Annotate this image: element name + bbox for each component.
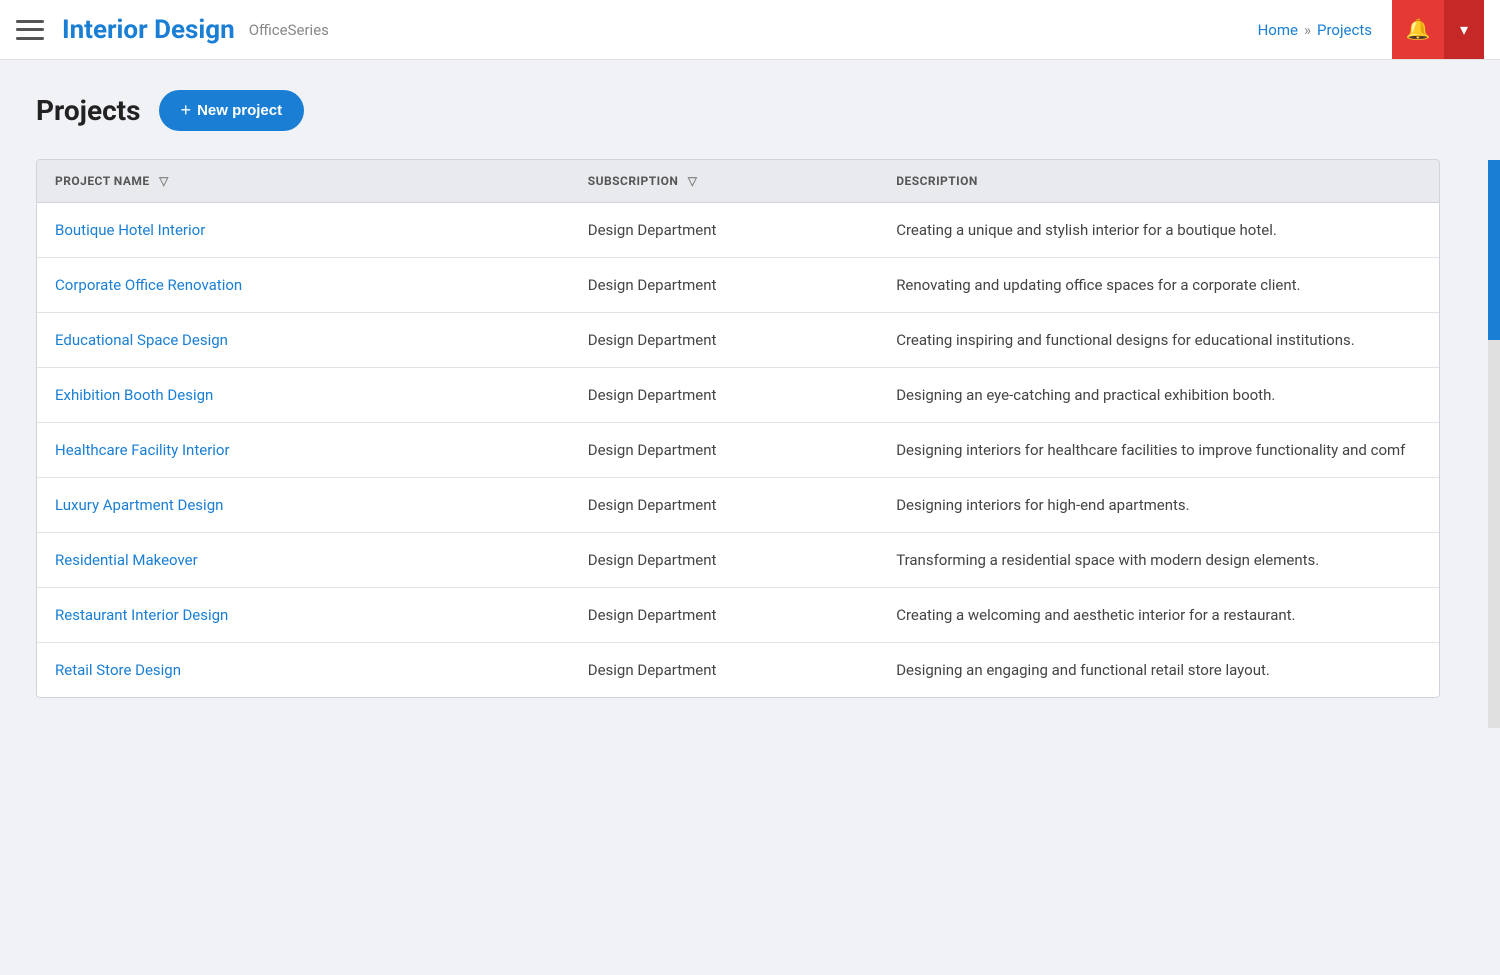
col-header-description: DESCRIPTION bbox=[878, 160, 1439, 203]
subscription-cell: Design Department bbox=[570, 258, 878, 313]
new-project-label: New project bbox=[197, 102, 282, 119]
project-name-filter-icon[interactable]: ▽ bbox=[159, 174, 169, 188]
project-name-cell: Residential Makeover bbox=[37, 533, 570, 588]
project-name-link[interactable]: Exhibition Booth Design bbox=[55, 386, 213, 404]
table-header: PROJECT NAME ▽ SUBSCRIPTION ▽ DESCRIPTIO… bbox=[37, 160, 1439, 203]
app-header: Interior Design OfficeSeries Home » Proj… bbox=[0, 0, 1500, 60]
subscription-cell: Design Department bbox=[570, 313, 878, 368]
description-cell: Creating a welcoming and aesthetic inter… bbox=[878, 588, 1439, 643]
project-name-link[interactable]: Luxury Apartment Design bbox=[55, 496, 223, 514]
projects-table: PROJECT NAME ▽ SUBSCRIPTION ▽ DESCRIPTIO… bbox=[37, 160, 1439, 697]
table-row: Residential Makeover Design DepartmentTra… bbox=[37, 533, 1439, 588]
col-header-subscription-label: SUBSCRIPTION bbox=[588, 174, 679, 188]
subscription-filter-icon[interactable]: ▽ bbox=[688, 174, 698, 188]
project-name-link[interactable]: Corporate Office Renovation bbox=[55, 276, 242, 294]
breadcrumb-home[interactable]: Home bbox=[1258, 21, 1298, 39]
table-row: Retail Store Design Design DepartmentDesi… bbox=[37, 643, 1439, 698]
page-title-row: Projects + New project bbox=[36, 90, 1464, 131]
table-row: Corporate Office Renovation Design Depart… bbox=[37, 258, 1439, 313]
bell-icon: 🔔 bbox=[1406, 17, 1431, 42]
table-row: Exhibition Booth Design Design Department… bbox=[37, 368, 1439, 423]
project-name-link[interactable]: Restaurant Interior Design bbox=[55, 606, 228, 624]
table-row: Educational Space Design Design Departmen… bbox=[37, 313, 1439, 368]
description-cell: Renovating and updating office spaces fo… bbox=[878, 258, 1439, 313]
project-name-link[interactable]: Residential Makeover bbox=[55, 551, 198, 569]
subscription-cell: Design Department bbox=[570, 643, 878, 698]
menu-icon[interactable] bbox=[16, 20, 44, 40]
subscription-cell: Design Department bbox=[570, 478, 878, 533]
col-header-subscription: SUBSCRIPTION ▽ bbox=[570, 160, 878, 203]
header-actions: 🔔 ▾ bbox=[1392, 0, 1484, 59]
project-name-cell: Luxury Apartment Design bbox=[37, 478, 570, 533]
scrollbar-thumb[interactable] bbox=[1488, 160, 1500, 340]
project-name-cell: Retail Store Design bbox=[37, 643, 570, 698]
scrollbar-track bbox=[1488, 160, 1500, 728]
project-name-link[interactable]: Boutique Hotel Interior bbox=[55, 221, 205, 239]
col-header-project-name: PROJECT NAME ▽ bbox=[37, 160, 570, 203]
table-row: Restaurant Interior Design Design Departm… bbox=[37, 588, 1439, 643]
table-row: Healthcare Facility Interior Design Depar… bbox=[37, 423, 1439, 478]
project-name-link[interactable]: Educational Space Design bbox=[55, 331, 228, 349]
chevron-down-icon: ▾ bbox=[1460, 20, 1468, 40]
project-name-cell: Healthcare Facility Interior bbox=[37, 423, 570, 478]
project-name-cell: Educational Space Design bbox=[37, 313, 570, 368]
col-header-description-label: DESCRIPTION bbox=[896, 174, 978, 188]
breadcrumb-separator: » bbox=[1304, 21, 1311, 39]
project-name-link[interactable]: Retail Store Design bbox=[55, 661, 181, 679]
project-name-link[interactable]: Healthcare Facility Interior bbox=[55, 441, 230, 459]
project-name-cell: Boutique Hotel Interior bbox=[37, 203, 570, 258]
app-logo: Interior Design bbox=[62, 15, 235, 45]
description-cell: Transforming a residential space with mo… bbox=[878, 533, 1439, 588]
description-cell: Designing an eye-catching and practical … bbox=[878, 368, 1439, 423]
col-header-project-name-label: PROJECT NAME bbox=[55, 174, 150, 188]
project-name-cell: Corporate Office Renovation bbox=[37, 258, 570, 313]
subscription-cell: Design Department bbox=[570, 533, 878, 588]
table-row: Luxury Apartment Design Design Department… bbox=[37, 478, 1439, 533]
page-title: Projects bbox=[36, 94, 141, 127]
description-cell: Creating inspiring and functional design… bbox=[878, 313, 1439, 368]
description-cell: Designing interiors for healthcare facil… bbox=[878, 423, 1439, 478]
project-name-cell: Restaurant Interior Design bbox=[37, 588, 570, 643]
notification-bell-button[interactable]: 🔔 bbox=[1392, 0, 1444, 59]
project-name-cell: Exhibition Booth Design bbox=[37, 368, 570, 423]
subscription-cell: Design Department bbox=[570, 368, 878, 423]
main-content: Projects + New project PROJECT NAME ▽ SU… bbox=[0, 60, 1500, 728]
subscription-cell: Design Department bbox=[570, 203, 878, 258]
subscription-cell: Design Department bbox=[570, 588, 878, 643]
table-row: Boutique Hotel Interior Design Department… bbox=[37, 203, 1439, 258]
projects-table-container: PROJECT NAME ▽ SUBSCRIPTION ▽ DESCRIPTIO… bbox=[36, 159, 1440, 698]
breadcrumb: Home » Projects bbox=[1258, 21, 1372, 39]
new-project-button[interactable]: + New project bbox=[159, 90, 305, 131]
description-cell: Designing an engaging and functional ret… bbox=[878, 643, 1439, 698]
header-dropdown-button[interactable]: ▾ bbox=[1444, 0, 1484, 59]
table-body: Boutique Hotel Interior Design Department… bbox=[37, 203, 1439, 698]
description-cell: Creating a unique and stylish interior f… bbox=[878, 203, 1439, 258]
app-subtitle: OfficeSeries bbox=[249, 21, 329, 39]
description-cell: Designing interiors for high-end apartme… bbox=[878, 478, 1439, 533]
plus-icon: + bbox=[181, 100, 192, 121]
subscription-cell: Design Department bbox=[570, 423, 878, 478]
breadcrumb-projects[interactable]: Projects bbox=[1317, 21, 1372, 39]
